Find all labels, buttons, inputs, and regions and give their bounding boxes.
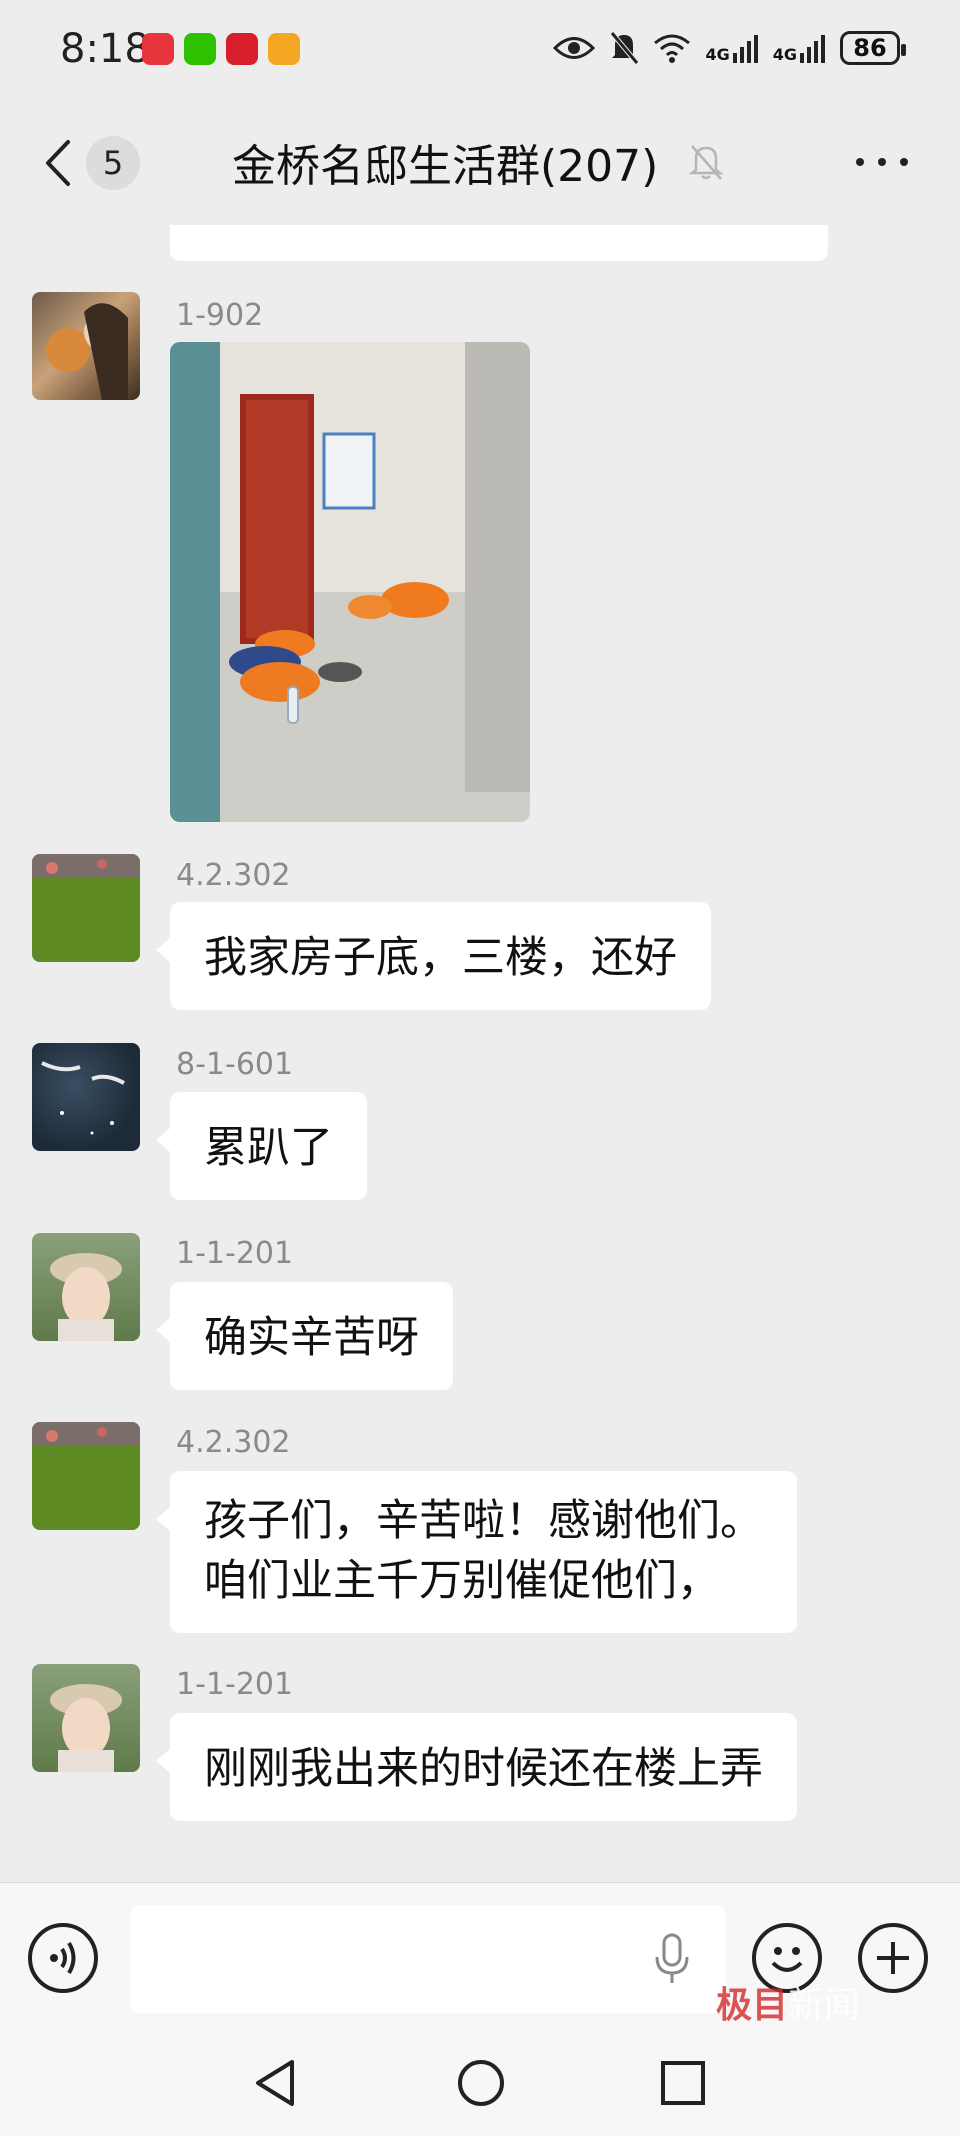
nav-home-icon[interactable] [456,2058,506,2108]
chat-header: 5 金桥名邸生活群(207) [0,100,960,225]
chat-title: 金桥名邸生活群(207) [232,141,659,192]
huawei-app-icon [142,33,174,65]
message-text: 我家房子底，三楼，还好 [204,933,677,983]
message-text-line: 咱们业主千万别催促他们， [204,1556,720,1606]
nav-back-icon[interactable] [252,2058,298,2108]
system-navigation-bar [0,2032,960,2136]
sender-name: 1-1-201 [176,1667,294,1702]
network-type-2: 4G [772,45,797,64]
back-icon[interactable] [38,136,82,190]
app-icon-red [226,33,258,65]
signal-2: 4G [773,33,826,63]
avatar-woman-cap-icon [50,1684,122,1772]
sender-name: 8-1-601 [176,1047,294,1082]
network-type-1: 4G [705,45,730,64]
nav-recents-icon[interactable] [660,2060,706,2106]
avatar-woman-cap-icon [50,1253,122,1341]
eye-icon [553,37,596,59]
message-bubble[interactable]: 我家房子底，三楼，还好 [156,902,711,1010]
app-icon-orange [268,33,300,65]
watermark-brand: 极目 [716,1985,789,2026]
message-text-line: 孩子们，辛苦啦！感谢他们。 [204,1496,763,1546]
avatar-grass-icon [32,1422,140,1530]
add-attachment-button[interactable] [858,1923,928,1993]
wifi-icon [654,34,691,63]
voice-toggle-button[interactable] [28,1923,98,1993]
wechat-app-icon [184,33,216,65]
sender-name: 1-1-201 [176,1236,294,1271]
avatar[interactable] [32,1664,140,1772]
avatar[interactable] [32,292,140,400]
battery-level: 86 [853,34,887,62]
message-bubble[interactable]: 孩子们，辛苦啦！感谢他们。 咱们业主千万别催促他们， [156,1471,797,1633]
bell-mute-icon [610,31,640,65]
message-input[interactable] [130,1905,726,2013]
microphone-icon[interactable] [652,1931,692,1987]
avatar[interactable] [32,854,140,962]
message-bubble[interactable]: 累趴了 [156,1092,367,1200]
news-watermark: 极目新闻 [716,1976,860,2028]
message-text: 刚刚我出来的时候还在楼上弄 [204,1744,763,1794]
plus-icon [877,1942,909,1974]
avatar-cat-icon [46,303,128,400]
message-bubble[interactable]: 刚刚我出来的时候还在楼上弄 [156,1713,797,1821]
message-photo[interactable] [170,342,530,822]
avatar[interactable] [32,1043,140,1151]
avatar[interactable] [32,1422,140,1530]
signal-1: 4G [705,33,758,63]
sender-name: 1-902 [176,298,264,333]
status-bar: 8:18 4G 4G 86 [0,0,960,100]
message-text: 确实辛苦呀 [204,1313,419,1363]
battery-indicator: 86 [840,31,906,65]
status-icons: 4G 4G 86 [553,26,906,70]
sender-name: 4.2.302 [176,858,291,893]
avatar-grass-icon [32,854,140,962]
watermark-suffix: 新闻 [788,1985,861,2026]
avatar-hands-icon [41,1061,125,1135]
signal-bars-icon [732,35,758,63]
status-time: 8:18 [60,26,150,72]
message-text: 累趴了 [204,1123,333,1173]
avatar[interactable] [32,1233,140,1341]
sender-name: 4.2.302 [176,1425,291,1460]
signal-bars-icon [800,35,825,63]
photo-workers-resting-icon [170,342,530,822]
mute-notification-icon [688,145,724,180]
unread-count-badge[interactable]: 5 [86,136,140,190]
voice-wave-icon [50,1941,76,1975]
message-bubble[interactable]: 确实辛苦呀 [156,1282,453,1390]
message-bubble-partial [170,225,828,261]
more-options-icon[interactable] [852,140,912,184]
